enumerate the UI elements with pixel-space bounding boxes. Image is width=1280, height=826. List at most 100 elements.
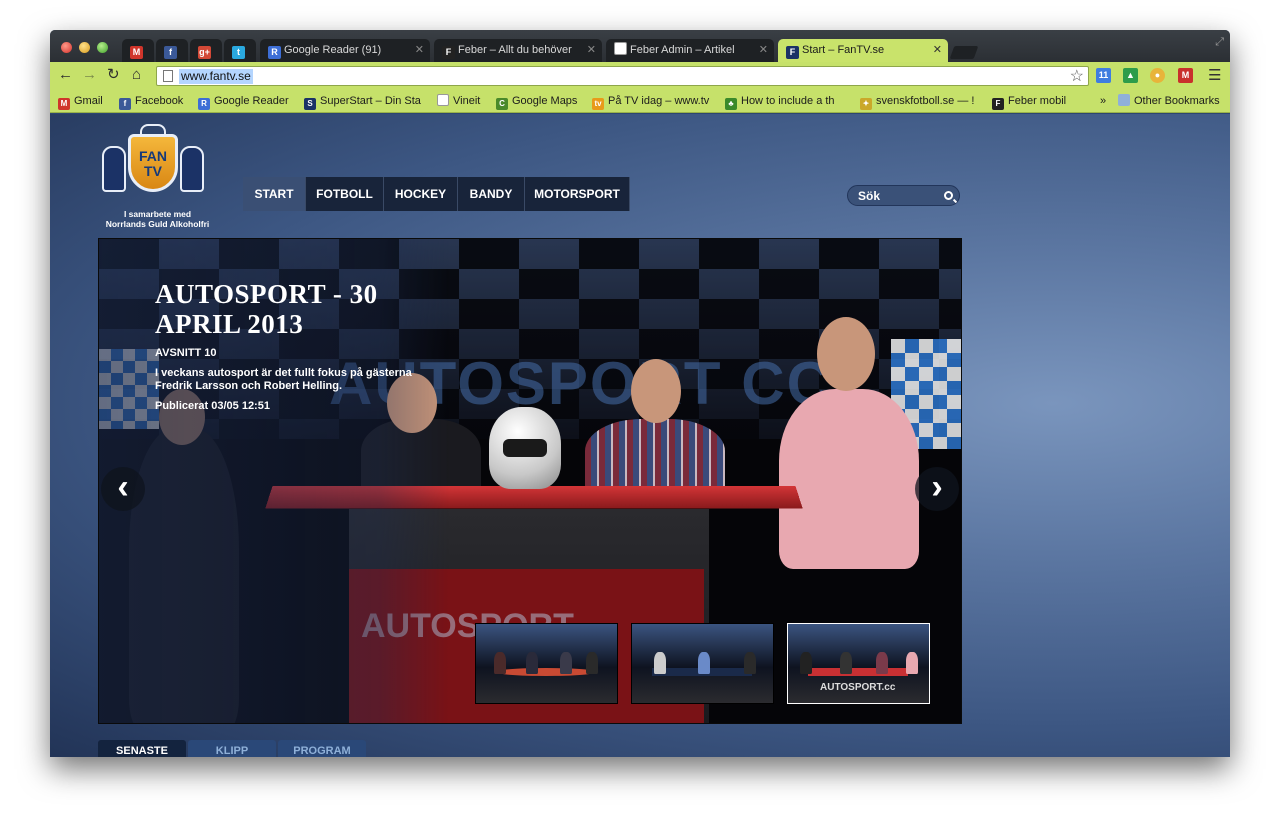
tv-icon: tv [592, 98, 604, 110]
logo-tagline-line: Norrlands Guld Alkoholfri [105, 219, 210, 229]
tab-twitter[interactable]: t [224, 39, 256, 62]
tab-gmail[interactable]: M [122, 39, 154, 62]
thumb-desk [496, 668, 596, 676]
browser-toolbar: ← → ↻ ⌂ www.fantv.se ☆ 11 ▲ ● M ☰ [50, 62, 1230, 89]
thumb-person [654, 652, 666, 674]
bookmark-label: svenskfotboll.se — ! [876, 95, 975, 107]
hero-title[interactable]: AUTOSPORT - 30 APRIL 2013 [155, 279, 455, 339]
logo-fan-text: FAN [139, 148, 167, 164]
search-icon[interactable] [944, 191, 953, 200]
thumb-label: AUTOSPORT.cc [820, 682, 896, 693]
logo-tagline-line: I samarbete med [123, 209, 192, 219]
bookmark-vineit[interactable]: Vineit [437, 94, 480, 108]
bookmark-pa-tv-idag[interactable]: tv På TV idag – www.tv [592, 94, 710, 110]
bookmark-label: Google Maps [512, 95, 578, 107]
bookmarks-bar: M Gmail f Facebook R Google Reader S SuperSt… [50, 89, 1230, 113]
thumb-person [876, 652, 888, 674]
leaf-icon: ♣ [725, 98, 737, 110]
bookmark-superstart[interactable]: S SuperStart – Din Sta [304, 94, 424, 110]
other-bookmarks[interactable]: Other Bookmarks [1118, 94, 1220, 108]
tab-feber[interactable]: F Feber – Allt du behöver ✕ [434, 39, 602, 62]
tab-senaste[interactable]: SENASTE [98, 740, 186, 757]
nav-motorsport[interactable]: MOTORSPORT [525, 177, 630, 211]
tab-fantv[interactable]: F Start – FanTV.se ✕ [778, 39, 948, 62]
slider-next-button[interactable]: › [915, 467, 959, 511]
bookmark-label: Other Bookmarks [1134, 95, 1220, 107]
home-icon[interactable]: ⌂ [132, 66, 141, 84]
tab-program[interactable]: PROGRAM [278, 740, 366, 757]
monkey-icon[interactable]: ● [1150, 68, 1165, 83]
slider-thumbnail[interactable] [631, 623, 774, 704]
drive-icon[interactable]: ▲ [1123, 68, 1138, 83]
tab-facebook[interactable]: f [156, 39, 188, 62]
facebook-icon: f [119, 98, 131, 110]
lion-icon [180, 146, 204, 192]
tab-strip: M f g+ t R Google Reader (91) ✕ F Feber – … [50, 30, 1230, 62]
page-icon [614, 42, 627, 55]
nav-hockey[interactable]: HOCKEY [384, 177, 458, 211]
bookmark-gmail[interactable]: M Gmail [58, 94, 103, 110]
fullscreen-icon[interactable]: ⤢ [1215, 36, 1224, 49]
google-maps-icon: C [496, 98, 508, 110]
bookmark-feber-mobil[interactable]: F Feber mobil [992, 94, 1066, 110]
fantv-page: FAN TV I samarbete med Norrlands Guld Al… [50, 114, 1230, 757]
search-input[interactable] [858, 187, 943, 204]
bookmark-google-maps[interactable]: C Google Maps [496, 94, 577, 110]
bookmarks-overflow-chevron-icon[interactable]: » [1100, 94, 1106, 108]
tab-klipp[interactable]: KLIPP [188, 740, 276, 757]
address-bar[interactable]: www.fantv.se ☆ [156, 66, 1089, 86]
thumb-person [698, 652, 710, 674]
nav-fotboll[interactable]: FOTBOLL [306, 177, 384, 211]
url-text[interactable]: www.fantv.se [179, 69, 253, 84]
thumb-person [494, 652, 506, 674]
bookmark-facebook[interactable]: f Facebook [119, 94, 183, 110]
tab-google-reader[interactable]: R Google Reader (91) ✕ [260, 39, 430, 62]
slider-prev-button[interactable]: ‹ [101, 467, 145, 511]
shield-icon: FAN TV [128, 134, 178, 192]
bookmark-label: How to include a th [741, 95, 835, 107]
minimize-window-button[interactable] [79, 42, 90, 53]
calendar-icon[interactable]: 11 [1096, 68, 1111, 83]
person-head [817, 317, 875, 391]
new-tab-button[interactable] [949, 46, 979, 59]
close-tab-icon[interactable]: ✕ [759, 39, 768, 62]
close-window-button[interactable] [61, 42, 72, 53]
superstart-icon: S [304, 98, 316, 110]
bookmark-google-reader[interactable]: R Google Reader [198, 94, 289, 110]
bookmark-label: Facebook [135, 95, 184, 107]
nav-bandy[interactable]: BANDY [458, 177, 525, 211]
bookmark-star-icon[interactable]: ☆ [1070, 66, 1084, 86]
bookmark-svenskfotboll[interactable]: ✦ svenskfotboll.se — ! [860, 94, 978, 110]
thumb-person [560, 652, 572, 674]
close-tab-icon[interactable]: ✕ [587, 39, 596, 62]
bookmark-label: På TV idag – www.tv [608, 95, 710, 107]
bookmark-label: Vineit [453, 95, 481, 107]
slider-thumbnail-selected[interactable]: AUTOSPORT.cc [787, 623, 930, 704]
folder-icon [1118, 94, 1130, 106]
menu-icon[interactable]: ☰ [1208, 66, 1221, 84]
tab-google-plus[interactable]: g+ [190, 39, 222, 62]
tab-feber-admin[interactable]: Feber Admin – Artikel ✕ [606, 39, 774, 62]
close-tab-icon[interactable]: ✕ [933, 39, 942, 62]
bookmark-how-to-include[interactable]: ♣ How to include a th [725, 94, 843, 110]
tab-title: Feber – Allt du behöver [458, 44, 572, 56]
thumb-person [840, 652, 852, 674]
fantv-icon: F [786, 46, 799, 59]
close-tab-icon[interactable]: ✕ [415, 39, 424, 62]
zoom-window-button[interactable] [97, 42, 108, 53]
thumb-person [800, 652, 812, 674]
page-icon [163, 70, 173, 82]
nav-start[interactable]: START [243, 177, 306, 211]
browser-window: M f g+ t R Google Reader (91) ✕ F Feber – … [50, 30, 1230, 757]
svenskfotboll-icon: ✦ [860, 98, 872, 110]
gmail-checker-icon[interactable]: M [1178, 68, 1193, 83]
gmail-icon: M [58, 98, 70, 110]
forward-arrow-icon[interactable]: → [82, 66, 97, 84]
tab-title: Feber Admin – Artikel [630, 44, 735, 56]
tab-title: Google Reader (91) [284, 44, 382, 56]
person-head [631, 359, 681, 423]
reload-icon[interactable]: ↻ [107, 66, 120, 84]
back-arrow-icon[interactable]: ← [58, 66, 73, 84]
slider-thumbnail[interactable] [475, 623, 618, 704]
hero-slider[interactable]: AUTOSPORT CC AUTOSPORT AUTOSPORT - 30 AP… [98, 238, 962, 724]
